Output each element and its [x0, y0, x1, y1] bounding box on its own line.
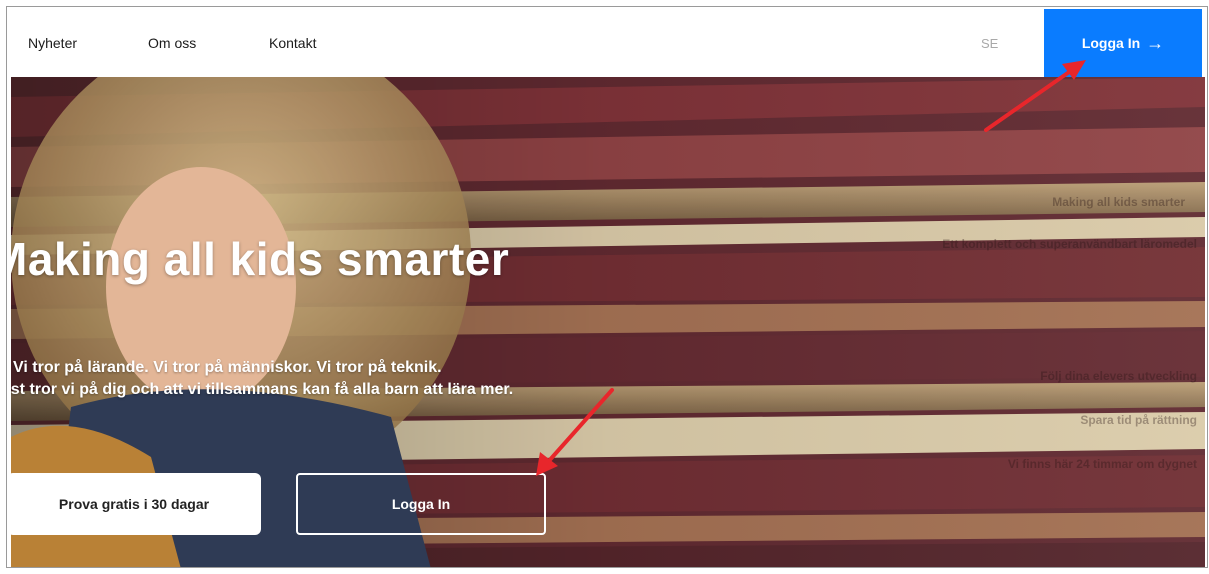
- background-text: Ett komplett och superanvändbart läromed…: [942, 237, 1197, 251]
- top-navigation: Nyheter Om oss Kontakt SE Logga In →: [7, 7, 1207, 77]
- language-selector[interactable]: SE: [981, 36, 998, 51]
- try-free-button[interactable]: Prova gratis i 30 dagar: [11, 473, 261, 535]
- arrow-right-icon: →: [1146, 33, 1165, 53]
- hero-description-line: nst tror vi på dig och att vi tillsamman…: [11, 381, 514, 398]
- nav-item-nyheter[interactable]: Nyheter: [28, 35, 77, 51]
- nav-item-om-oss[interactable]: Om oss: [148, 35, 196, 51]
- hero-description-line: Vi tror på lärande. Vi tror på människor…: [13, 359, 442, 376]
- hero-description: Vi tror på lärande. Vi tror på människor…: [11, 357, 513, 401]
- hero-title: Making all kids smarter: [11, 233, 510, 285]
- background-text: Följ dina elevers utveckling: [1040, 369, 1197, 383]
- login-button-hero[interactable]: Logga In: [296, 473, 546, 535]
- browser-frame: Nyheter Om oss Kontakt SE Logga In → Mak…: [6, 6, 1208, 568]
- background-text: Vi finns här 24 timmar om dygnet: [1007, 457, 1197, 471]
- background-text: Spara tid på rättning: [1080, 413, 1197, 427]
- login-button-label: Logga In: [1081, 35, 1141, 51]
- hero-section: Making all kids smarter Ett komplett och…: [11, 77, 1205, 567]
- background-text: Making all kids smarter: [1052, 195, 1185, 209]
- nav-item-kontakt[interactable]: Kontakt: [269, 35, 316, 51]
- login-button-header[interactable]: Logga In →: [1044, 9, 1202, 77]
